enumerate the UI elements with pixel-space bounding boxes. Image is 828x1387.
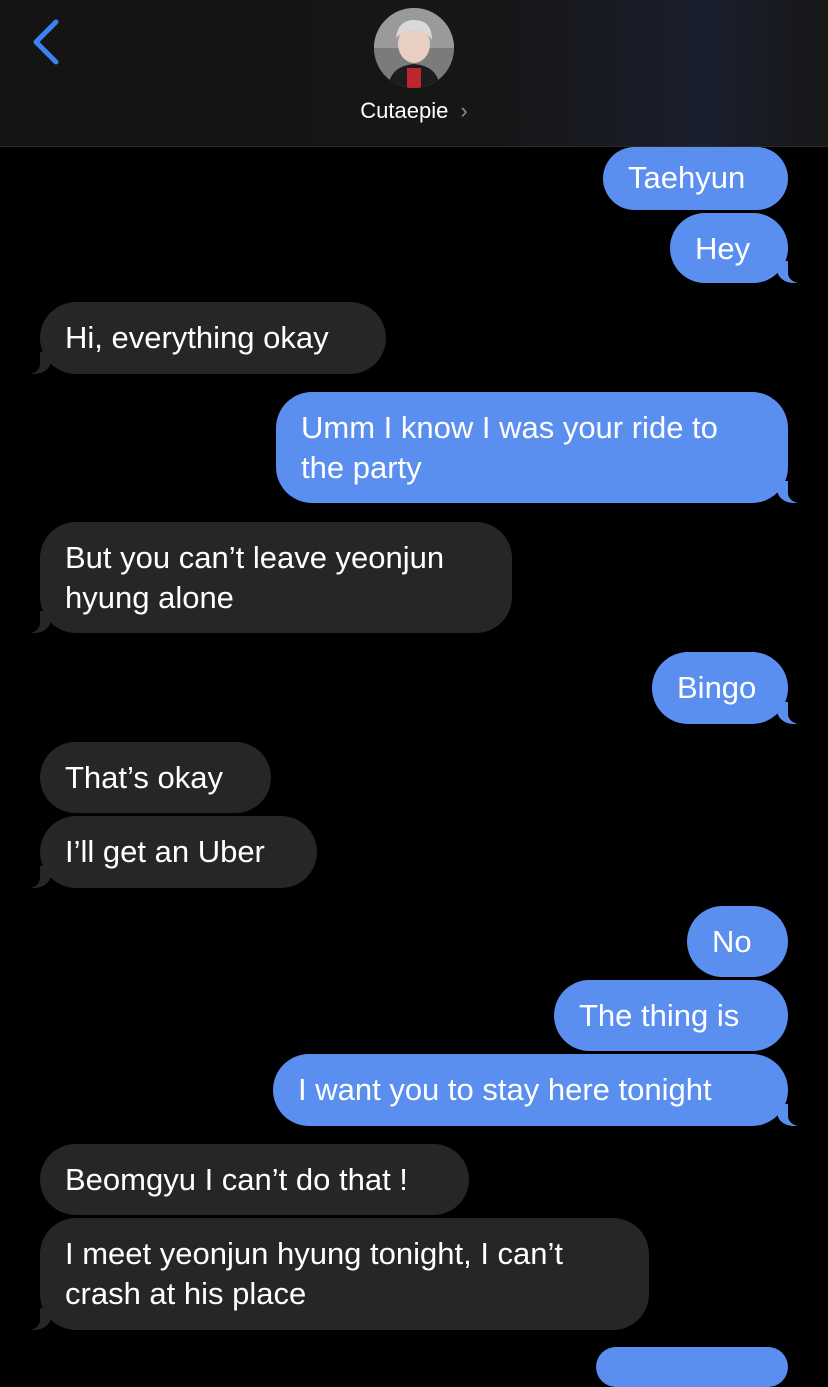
incoming-message[interactable]: Beomgyu I can’t do that ! xyxy=(40,1144,469,1215)
incoming-message[interactable]: I meet yeonjun hyung tonight, I can’t cr… xyxy=(22,1218,649,1330)
incoming-message[interactable]: That’s okay xyxy=(40,742,271,813)
incoming-message[interactable]: Hi, everything okay xyxy=(22,302,386,374)
outgoing-message-partial[interactable] xyxy=(596,1347,788,1387)
outgoing-message[interactable]: The thing is xyxy=(554,980,788,1051)
avatar[interactable] xyxy=(374,8,454,88)
incoming-message[interactable]: I’ll get an Uber xyxy=(22,816,317,888)
conversation-header: Cutaepie › xyxy=(0,0,828,147)
incoming-message[interactable]: But you can’t leave yeonjun hyung alone xyxy=(22,522,512,633)
message-thread: Taehyun Hey Hi, everything okay Umm I kn… xyxy=(0,147,828,1387)
profile-photo xyxy=(374,8,454,88)
contact-name-row[interactable]: Cutaepie › xyxy=(0,96,828,126)
outgoing-message[interactable]: No xyxy=(687,906,788,977)
outgoing-message[interactable]: Umm I know I was your ride to the party xyxy=(276,392,806,503)
outgoing-message[interactable]: I want you to stay here tonight xyxy=(273,1054,806,1126)
chevron-right-icon: › xyxy=(460,98,468,123)
chevron-left-icon[interactable] xyxy=(28,18,68,66)
outgoing-message[interactable]: Taehyun xyxy=(603,147,788,210)
outgoing-message[interactable]: Hey xyxy=(670,213,806,283)
contact-name: Cutaepie xyxy=(360,98,449,123)
outgoing-message[interactable]: Bingo xyxy=(652,652,806,724)
